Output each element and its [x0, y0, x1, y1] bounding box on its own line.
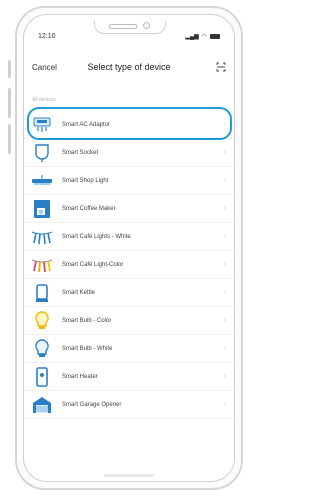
phone-screen: 12:10 ▂▄▆ ◠ Cancel Select type of device… — [23, 14, 235, 482]
home-indicator[interactable] — [104, 474, 154, 477]
list-item[interactable]: Smart Bulb - Color › — [24, 307, 234, 335]
list-item[interactable]: Smart Bulb - White › — [24, 335, 234, 363]
device-label: Smart Heater — [62, 373, 98, 380]
device-label: Smart Shop Light — [62, 177, 109, 184]
list-item[interactable]: Smart Garage Opener › — [24, 391, 234, 419]
status-bar: 12:10 ▂▄▆ ◠ — [38, 29, 220, 43]
list-item[interactable]: Smart Heater › — [24, 363, 234, 391]
selection-highlight — [27, 107, 232, 140]
shop-light-icon — [31, 170, 53, 192]
list-item[interactable]: Smart Coffee Maker › — [24, 195, 234, 223]
wifi-icon: ◠ — [201, 33, 207, 40]
chevron-right-icon: › — [223, 373, 226, 380]
chevron-right-icon: › — [223, 261, 226, 268]
chevron-right-icon: › — [223, 233, 226, 240]
heater-icon — [31, 366, 53, 388]
chevron-right-icon: › — [223, 401, 226, 408]
device-label: Smart Bulb - White — [62, 345, 113, 352]
section-label: All devices — [32, 97, 56, 103]
phone-frame: 12:10 ▂▄▆ ◠ Cancel Select type of device… — [15, 6, 243, 490]
garage-opener-icon — [31, 394, 53, 416]
chevron-right-icon: › — [223, 177, 226, 184]
list-item[interactable]: Smart Café Lights - White › — [24, 223, 234, 251]
status-icons: ▂▄▆ ◠ — [185, 33, 220, 40]
cancel-button[interactable]: Cancel — [32, 63, 57, 72]
device-label: Smart Bulb - Color — [62, 317, 112, 324]
list-item[interactable]: Smart AC Adaptor › — [24, 107, 234, 140]
bulb-color-icon — [31, 310, 53, 332]
device-label: Smart Kettle — [62, 289, 96, 296]
bulb-white-icon — [31, 338, 53, 360]
kettle-icon — [31, 282, 53, 304]
page-title: Select type of device — [87, 62, 171, 72]
coffee-maker-icon — [31, 198, 53, 220]
phone-side-button-3 — [8, 124, 11, 154]
cafe-lights-color-icon — [31, 254, 53, 276]
chevron-right-icon: › — [223, 205, 226, 212]
status-time: 12:10 — [38, 32, 56, 40]
device-list: Smart AC Adaptor › Smart Socket › Smart … — [24, 107, 234, 419]
device-label: Smart AC Adaptor — [62, 121, 111, 128]
chevron-right-icon: › — [223, 289, 226, 296]
device-label: Smart Garage Opener — [62, 401, 122, 408]
battery-icon — [210, 33, 220, 39]
phone-side-button-1 — [8, 60, 11, 78]
chevron-right-icon: › — [223, 121, 226, 128]
list-item[interactable]: Smart Shop Light › — [24, 167, 234, 195]
signal-icon: ▂▄▆ — [185, 33, 199, 40]
list-item[interactable]: Smart Café Light-Color › — [24, 251, 234, 279]
chevron-right-icon: › — [223, 317, 226, 324]
phone-side-button-2 — [8, 88, 11, 118]
socket-icon — [31, 142, 53, 164]
nav-bar: Cancel Select type of device — [32, 59, 226, 75]
chevron-right-icon: › — [223, 345, 226, 352]
device-label: Smart Socket — [62, 149, 99, 156]
device-label: Smart Coffee Maker — [62, 205, 116, 212]
ac-adaptor-icon — [31, 114, 53, 136]
front-camera — [143, 22, 150, 29]
list-item[interactable]: Smart Kettle › — [24, 279, 234, 307]
list-item[interactable]: Smart Socket › — [24, 139, 234, 167]
device-label: Smart Café Light-Color — [62, 261, 124, 268]
chevron-right-icon: › — [223, 149, 226, 156]
device-label: Smart Café Lights - White — [62, 233, 131, 240]
cafe-lights-white-icon — [31, 226, 53, 248]
scan-icon[interactable] — [216, 62, 226, 72]
